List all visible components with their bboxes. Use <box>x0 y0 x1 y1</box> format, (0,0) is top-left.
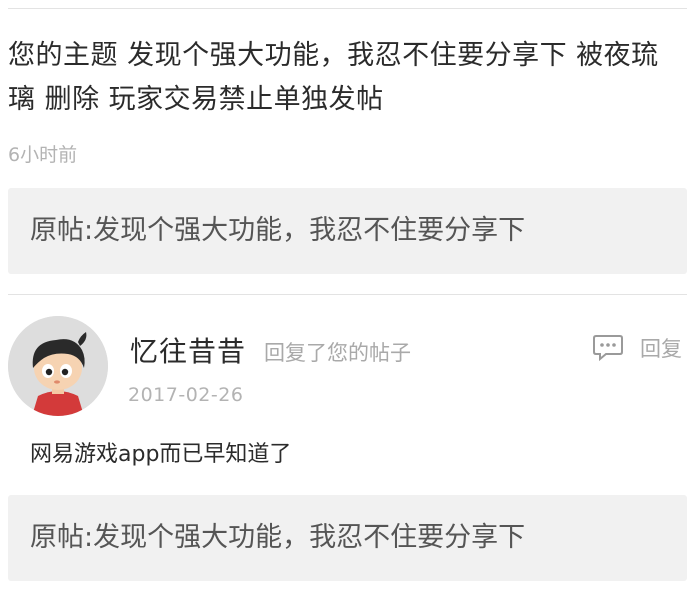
quote-text: 原帖:发现个强大功能，我忍不住要分享下 <box>30 522 526 553</box>
avatar[interactable] <box>8 316 108 416</box>
top-divider <box>8 8 687 9</box>
reply-action-text: 回复了您的帖子 <box>264 341 411 365</box>
reply-button-label: 回复 <box>640 337 682 361</box>
reply-content: 网易游戏app而已早知道了 <box>30 442 292 467</box>
notification-time: 6小时前 <box>8 144 78 166</box>
notification-text: 您的主题 发现个强大功能，我忍不住要分享下 被夜琉璃 删除 玩家交易禁止单独发帖 <box>8 40 659 115</box>
reply-button[interactable]: 回复 <box>592 330 690 366</box>
reply-username[interactable]: 忆往昔昔 <box>130 330 246 370</box>
cartoon-avatar-icon <box>8 316 108 416</box>
section-divider <box>8 294 687 295</box>
original-post-quote[interactable]: 原帖:发现个强大功能，我忍不住要分享下 <box>8 495 687 581</box>
message-page: 您的主题 发现个强大功能，我忍不住要分享下 被夜琉璃 删除 玩家交易禁止单独发帖… <box>0 0 693 589</box>
quote-text: 原帖:发现个强大功能，我忍不住要分享下 <box>30 215 526 246</box>
original-post-quote[interactable]: 原帖:发现个强大功能，我忍不住要分享下 <box>8 188 687 274</box>
reply-date: 2017-02-26 <box>128 384 244 406</box>
comment-bubble-icon <box>593 335 623 362</box>
